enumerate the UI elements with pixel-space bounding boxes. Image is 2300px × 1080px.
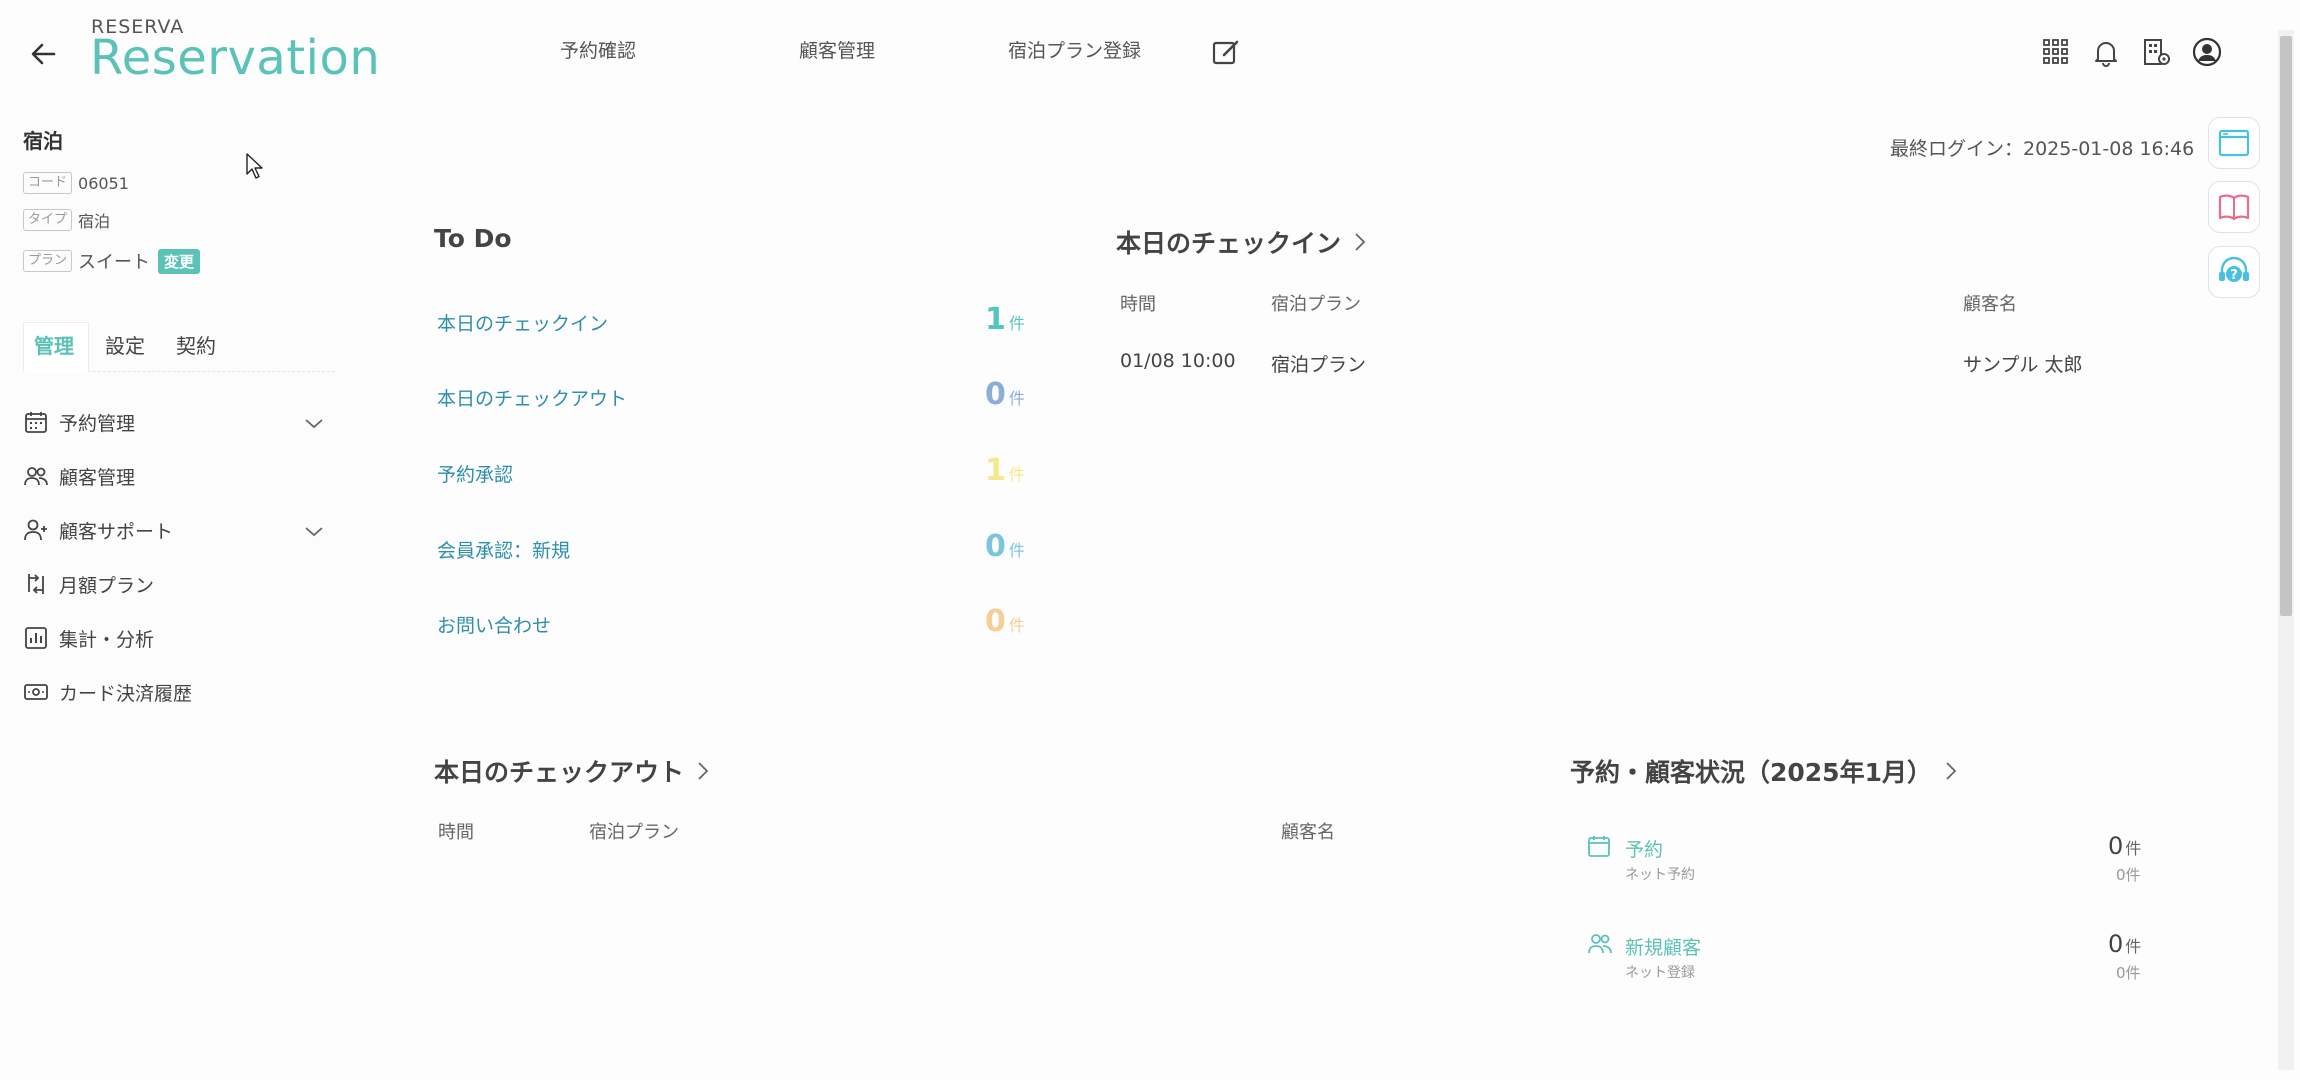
nav-customer-management[interactable]: 顧客管理 <box>799 36 875 63</box>
chevron-right-icon <box>694 760 712 782</box>
tab-contract[interactable]: 契約 <box>176 330 216 369</box>
sidebar-item-label: 顧客サポート <box>59 520 174 543</box>
sidebar-item-label: カード決済履歴 <box>59 682 193 705</box>
status-new-customer-sub: ネット登録 <box>1625 965 1695 981</box>
status-new-customer-sub-count: 0件 <box>2116 964 2141 982</box>
chevron-right-icon <box>1351 231 1369 253</box>
edit-icon[interactable] <box>1210 36 1242 68</box>
code-tag: コード <box>23 172 73 194</box>
store-code-row: コード 06051 <box>23 172 129 194</box>
sidebar-item-card-history[interactable]: カード決済履歴 <box>23 674 343 710</box>
checkin-row-plan: 宿泊プラン <box>1271 354 1367 376</box>
manual-book-button[interactable] <box>2208 181 2260 233</box>
checkin-section-title[interactable]: 本日のチェックイン <box>1116 224 1369 260</box>
sidebar-item-label: 月額プラン <box>59 574 155 597</box>
code-value: 06051 <box>78 173 129 193</box>
todo-count-member-approval: 0件 <box>985 529 1025 564</box>
chevron-down-icon[interactable] <box>303 520 335 542</box>
status-reservation-count: 0件 <box>2108 832 2142 860</box>
checkin-header-plan: 宿泊プラン <box>1271 294 1361 315</box>
todo-item-checkout[interactable]: 本日のチェックアウト <box>437 384 627 411</box>
browser-window-icon <box>2216 125 2252 161</box>
app-grid-icon[interactable] <box>2040 36 2072 68</box>
sidebar-item-analytics[interactable]: 集計・分析 <box>23 620 343 656</box>
checkout-header-time: 時間 <box>438 822 474 843</box>
status-reservation-sub-count: 0件 <box>2116 866 2141 884</box>
store-name: 宿泊 <box>23 129 63 153</box>
brand-logo[interactable]: Reservation <box>90 30 380 86</box>
checkout-header-customer: 顧客名 <box>1281 822 1335 843</box>
scrollbar-thumb[interactable] <box>2280 36 2292 616</box>
plan-tag: プラン <box>23 250 73 272</box>
checkout-header-plan: 宿泊プラン <box>589 822 679 843</box>
todo-title: To Do <box>434 224 512 253</box>
back-arrow-icon[interactable] <box>24 34 64 74</box>
new-customer-users-icon <box>1587 932 1613 956</box>
sidebar-item-customer-management[interactable]: 顧客管理 <box>23 458 343 494</box>
todo-count-inquiries: 0件 <box>985 604 1025 639</box>
todo-item-reservation-approval[interactable]: 予約承認 <box>437 460 513 487</box>
user-plus-icon <box>23 517 59 543</box>
checkin-header-time: 時間 <box>1120 294 1156 315</box>
nav-reservation-check[interactable]: 予約確認 <box>560 36 636 63</box>
reservation-calendar-icon <box>1587 834 1611 858</box>
status-section-title[interactable]: 予約・顧客状況（2025年1月） <box>1570 753 1960 789</box>
card-icon <box>23 679 59 705</box>
checkin-row-time: 01/08 10:00 <box>1120 350 1236 372</box>
todo-count-checkout: 0件 <box>985 377 1025 412</box>
status-new-customer-label[interactable]: 新規顧客 <box>1625 933 1701 960</box>
chart-icon <box>23 625 59 651</box>
status-new-customer-count: 0件 <box>2108 930 2142 958</box>
tab-settings[interactable]: 設定 <box>105 330 145 369</box>
window-icon-button[interactable] <box>2208 117 2260 169</box>
plan-value: スイート <box>78 252 151 273</box>
type-value: 宿泊 <box>78 212 111 231</box>
calendar-icon <box>23 409 59 435</box>
sidebar-item-monthly-plan[interactable]: 月額プラン <box>23 566 343 602</box>
bell-icon[interactable] <box>2090 36 2122 68</box>
checkout-section-title[interactable]: 本日のチェックアウト <box>434 753 712 789</box>
plan-change-button[interactable]: 変更 <box>158 248 201 274</box>
building-settings-icon[interactable] <box>2140 36 2172 68</box>
tab-manage[interactable]: 管理 <box>34 330 74 369</box>
sidebar-item-label: 集計・分析 <box>59 628 155 651</box>
checkin-header-customer: 顧客名 <box>1963 294 2017 315</box>
todo-item-checkin[interactable]: 本日のチェックイン <box>437 309 608 336</box>
store-plan-row: プラン スイート 変更 <box>23 248 201 274</box>
repeat-icon <box>23 571 59 597</box>
support-help-button[interactable]: ? <box>2208 246 2260 298</box>
todo-item-inquiries[interactable]: お問い合わせ <box>437 611 551 638</box>
store-type-row: タイプ 宿泊 <box>23 208 110 232</box>
sidebar-item-label: 予約管理 <box>59 412 136 435</box>
headset-help-icon: ? <box>2215 253 2253 291</box>
users-icon <box>23 463 59 489</box>
chevron-down-icon[interactable] <box>303 412 335 434</box>
mouse-pointer-icon <box>245 152 265 180</box>
last-login-text: 最終ログイン：2025-01-08 16:46 <box>1890 138 2195 160</box>
sidebar-item-label: 顧客管理 <box>59 466 136 489</box>
book-icon <box>2216 189 2252 225</box>
chevron-right-icon <box>1942 760 1960 782</box>
todo-item-member-approval[interactable]: 会員承認：新規 <box>437 536 570 563</box>
todo-count-reservation-approval: 1件 <box>985 453 1025 488</box>
status-reservation-label[interactable]: 予約 <box>1625 835 1663 862</box>
todo-count-checkin: 1件 <box>985 302 1025 337</box>
sidebar-item-reservation-management[interactable]: 予約管理 <box>23 404 343 440</box>
user-avatar-icon[interactable] <box>2191 36 2223 68</box>
svg-text:?: ? <box>2230 268 2238 283</box>
type-tag: タイプ <box>23 209 73 231</box>
sidebar-item-customer-support[interactable]: 顧客サポート <box>23 512 343 548</box>
checkin-row-customer: サンプル 太郎 <box>1963 354 2083 376</box>
nav-plan-registration[interactable]: 宿泊プラン登録 <box>1008 36 1141 63</box>
status-reservation-sub: ネット予約 <box>1625 867 1695 883</box>
